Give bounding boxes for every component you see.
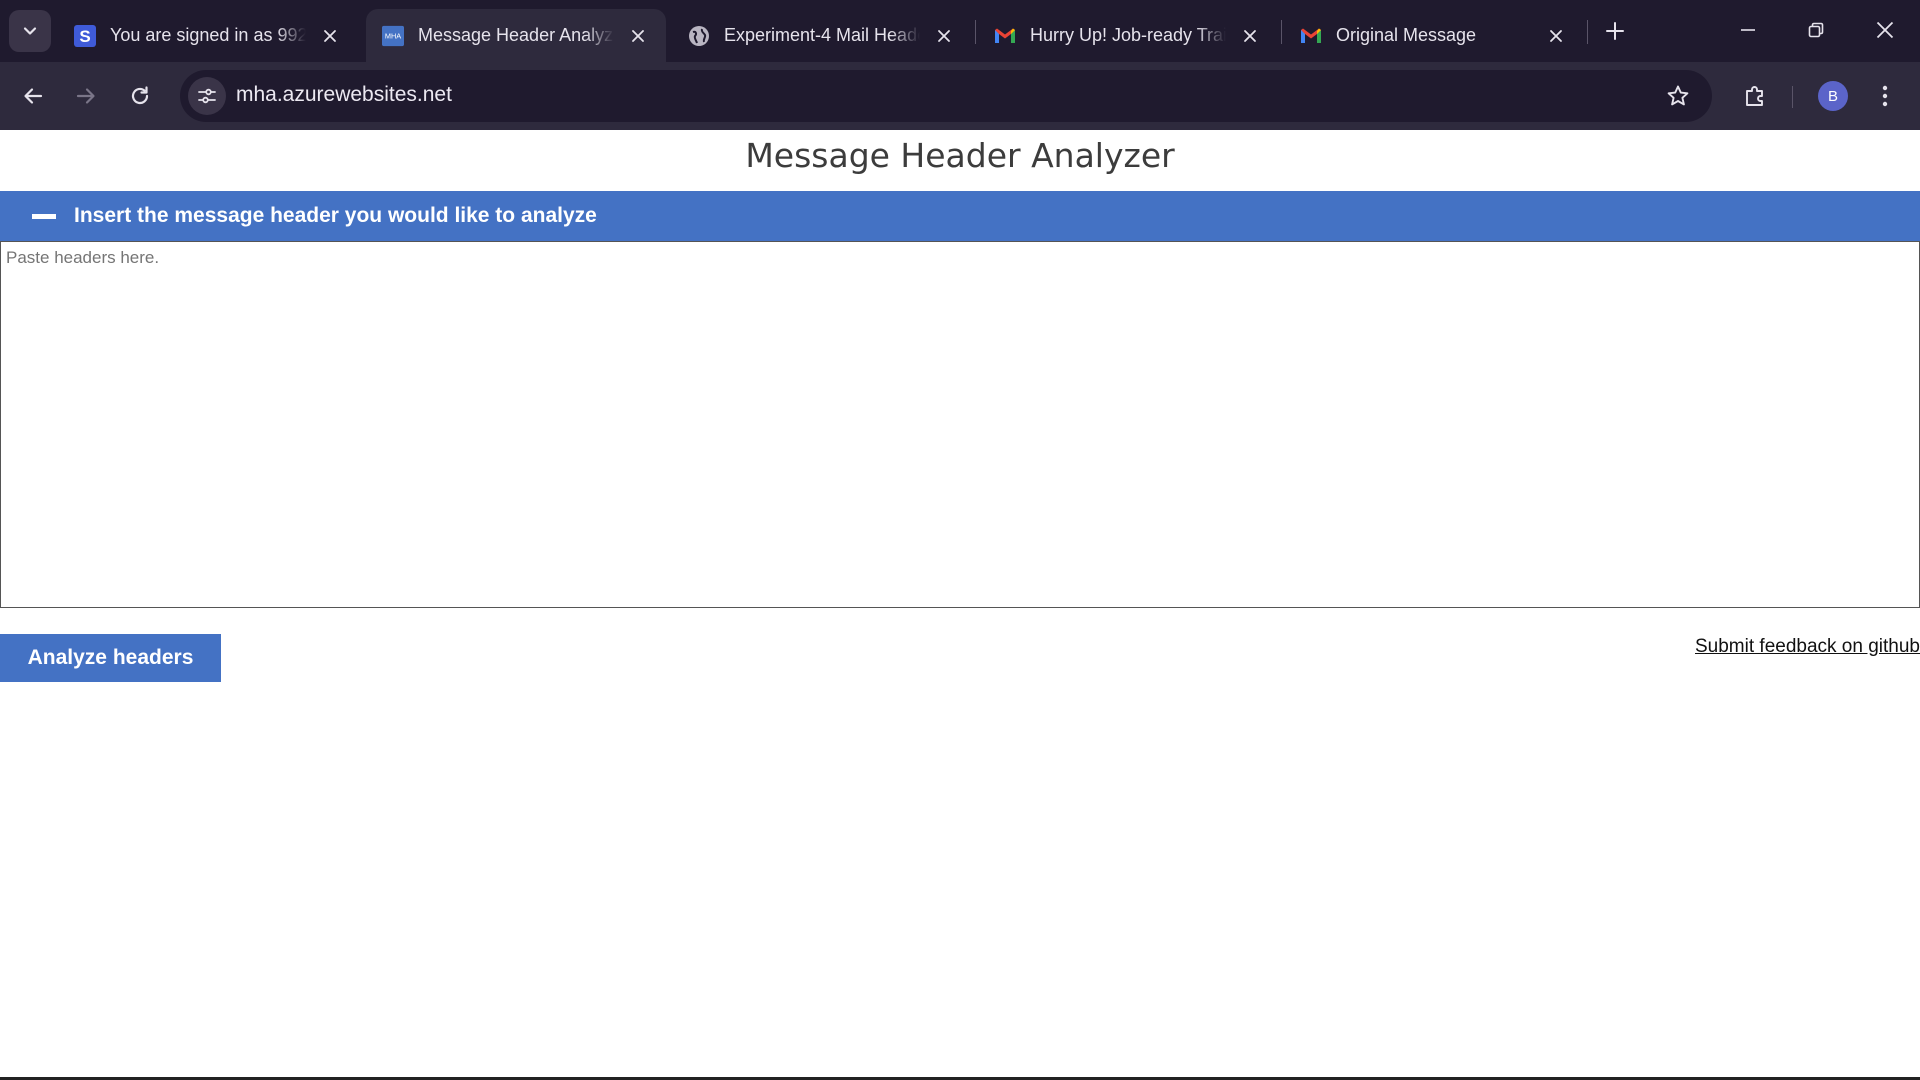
restore-icon <box>1808 22 1824 38</box>
toolbar-separator <box>1792 86 1793 108</box>
tab-experiment-mail-header[interactable]: Experiment-4 Mail Header <box>672 9 972 62</box>
chevron-down-icon <box>23 27 37 35</box>
tab-title: Message Header Analyzer <box>418 25 614 45</box>
arrow-right-icon <box>76 88 95 104</box>
close-window-button[interactable] <box>1857 8 1913 52</box>
tab-title: Experiment-4 Mail Header <box>724 25 920 45</box>
tab-separator <box>975 20 976 44</box>
tab-message-header-analyzer[interactable]: MHA Message Header Analyzer <box>366 9 666 62</box>
close-tab-icon[interactable] <box>930 22 958 50</box>
close-tab-icon[interactable] <box>624 22 652 50</box>
tab-separator <box>1281 20 1282 44</box>
tab-job-ready-training[interactable]: Hurry Up! Job-ready Training <box>978 9 1278 62</box>
address-bar[interactable]: mha.azurewebsites.net <box>180 70 1712 122</box>
extensions-button[interactable] <box>1736 77 1774 115</box>
collapse-icon[interactable] <box>32 213 56 219</box>
close-icon <box>1876 21 1894 39</box>
tab-original-message[interactable]: Original Message <box>1284 9 1584 62</box>
section-header[interactable]: Insert the message header you would like… <box>0 191 1920 241</box>
minimize-icon <box>1741 29 1755 31</box>
restore-button[interactable] <box>1788 8 1844 52</box>
gmail-icon <box>1300 25 1322 47</box>
tab-title: You are signed in as 9923 <box>110 25 306 45</box>
page-content: Message Header Analyzer Insert the messa… <box>0 130 1920 1080</box>
svg-text:MHA: MHA <box>385 31 401 40</box>
browser-toolbar: mha.azurewebsites.net B <box>0 62 1920 130</box>
feedback-link[interactable]: Submit feedback on github <box>1695 636 1920 658</box>
section-header-label: Insert the message header you would like… <box>74 204 597 227</box>
minimize-button[interactable] <box>1720 8 1776 52</box>
star-icon <box>1667 85 1689 106</box>
close-tab-icon[interactable] <box>316 22 344 50</box>
puzzle-icon <box>1746 86 1763 106</box>
close-tab-icon[interactable] <box>1542 22 1570 50</box>
browser-menu-button[interactable] <box>1866 77 1904 115</box>
more-vertical-icon <box>1882 85 1888 107</box>
tab-separator <box>1587 20 1588 44</box>
globe-icon <box>688 25 710 47</box>
arrow-left-icon <box>24 88 43 104</box>
close-tab-icon[interactable] <box>1236 22 1264 50</box>
plus-icon <box>1606 22 1624 40</box>
url-text: mha.azurewebsites.net <box>236 83 452 106</box>
reload-icon <box>131 86 149 105</box>
forward-button[interactable] <box>67 77 105 115</box>
tune-icon <box>198 88 216 104</box>
tab-search-button[interactable] <box>9 10 51 52</box>
s-letter-icon: S <box>74 24 96 47</box>
tab-title: Hurry Up! Job-ready Training <box>1030 25 1226 45</box>
analyze-headers-button[interactable]: Analyze headers <box>0 634 221 682</box>
profile-avatar[interactable]: B <box>1818 81 1848 111</box>
bookmark-button[interactable] <box>1660 78 1696 114</box>
headers-input[interactable] <box>0 241 1920 608</box>
reload-button[interactable] <box>121 77 159 115</box>
svg-text:S: S <box>79 27 90 46</box>
site-info-button[interactable] <box>188 77 226 115</box>
new-tab-button[interactable] <box>1598 14 1632 48</box>
page-title: Message Header Analyzer <box>745 136 1175 175</box>
tab-signed-in[interactable]: S You are signed in as 9923 <box>58 9 358 62</box>
browser-tab-strip: S You are signed in as 9923 MHA Message … <box>0 0 1920 62</box>
tab-title: Original Message <box>1336 25 1477 45</box>
mha-icon: MHA <box>382 25 404 47</box>
back-button[interactable] <box>14 77 52 115</box>
gmail-icon <box>994 25 1016 47</box>
